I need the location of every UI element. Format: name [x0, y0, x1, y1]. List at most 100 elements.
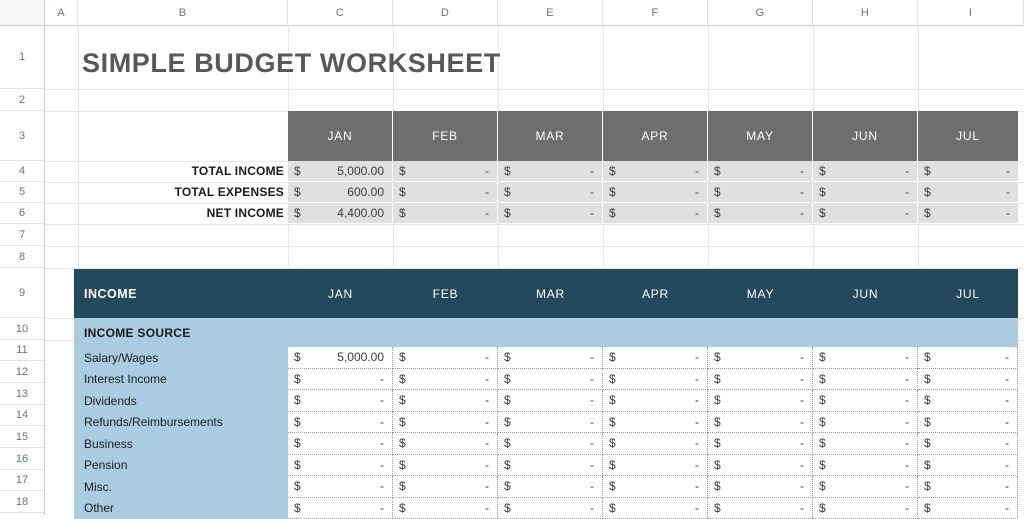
income-cell[interactable]: $- — [603, 369, 708, 391]
summary-cell[interactable]: $- — [918, 203, 1018, 224]
summary-cell[interactable]: $- — [393, 161, 498, 182]
income-cell[interactable]: $- — [603, 455, 708, 477]
column-header-c[interactable]: C — [288, 0, 393, 25]
income-cell[interactable]: $- — [708, 390, 813, 412]
summary-cell[interactable]: $- — [393, 203, 498, 224]
column-header-d[interactable]: D — [393, 0, 498, 25]
income-cell[interactable]: $- — [498, 390, 603, 412]
summary-cell[interactable]: $- — [813, 182, 918, 203]
income-cell[interactable]: $- — [918, 498, 1018, 519]
summary-cell[interactable]: $- — [918, 161, 1018, 182]
income-cell[interactable]: $- — [288, 433, 393, 455]
income-cell[interactable]: $- — [498, 412, 603, 434]
income-cell[interactable]: $- — [813, 347, 918, 369]
summary-cell[interactable]: $- — [813, 161, 918, 182]
income-cell[interactable]: $- — [813, 498, 918, 519]
income-cell[interactable]: $- — [708, 347, 813, 369]
income-cell[interactable]: $- — [288, 476, 393, 498]
summary-cell[interactable]: $4,400.00 — [288, 203, 393, 224]
income-cell[interactable]: $- — [393, 476, 498, 498]
income-cell[interactable]: $- — [288, 369, 393, 391]
column-header-e[interactable]: E — [498, 0, 603, 25]
income-cell[interactable]: $- — [288, 455, 393, 477]
summary-cell[interactable]: $- — [393, 182, 498, 203]
summary-cell[interactable]: $- — [498, 182, 603, 203]
income-cell[interactable]: $- — [918, 347, 1018, 369]
income-cell[interactable]: $- — [918, 476, 1018, 498]
income-cell[interactable]: $- — [393, 390, 498, 412]
income-cell[interactable]: $- — [498, 433, 603, 455]
income-cell[interactable]: $- — [813, 433, 918, 455]
income-cell[interactable]: $- — [603, 347, 708, 369]
row-header-8[interactable]: 8 — [0, 246, 44, 268]
income-cell[interactable]: $- — [918, 369, 1018, 391]
summary-cell[interactable]: $- — [708, 203, 813, 224]
income-cell[interactable]: $- — [603, 476, 708, 498]
income-cell[interactable]: $- — [708, 476, 813, 498]
income-cell[interactable]: $- — [393, 433, 498, 455]
summary-cell[interactable]: $- — [603, 203, 708, 224]
income-cell[interactable]: $- — [288, 498, 393, 519]
income-cell[interactable]: $- — [918, 412, 1018, 434]
income-cell[interactable]: $- — [393, 455, 498, 477]
row-header-6[interactable]: 6 — [0, 203, 44, 224]
summary-cell[interactable]: $- — [603, 182, 708, 203]
income-row-label[interactable]: Salary/Wages — [74, 347, 288, 369]
row-header-15[interactable]: 15 — [0, 426, 44, 448]
select-all-corner[interactable] — [0, 0, 45, 25]
row-header-18[interactable]: 18 — [0, 491, 44, 513]
income-cell[interactable]: $- — [813, 412, 918, 434]
summary-cell[interactable]: $600.00 — [288, 182, 393, 203]
row-header-7[interactable]: 7 — [0, 224, 44, 246]
summary-cell[interactable]: $5,000.00 — [288, 161, 393, 182]
column-header-b[interactable]: B — [78, 0, 288, 25]
summary-cell[interactable]: $- — [918, 182, 1018, 203]
income-cell[interactable]: $- — [603, 390, 708, 412]
column-header-g[interactable]: G — [708, 0, 813, 25]
summary-cell[interactable]: $- — [813, 203, 918, 224]
summary-cell[interactable]: $- — [603, 161, 708, 182]
income-cell[interactable]: $- — [813, 476, 918, 498]
income-cell[interactable]: $- — [498, 347, 603, 369]
summary-cell[interactable]: $- — [498, 161, 603, 182]
row-header-13[interactable]: 13 — [0, 383, 44, 405]
row-header-1[interactable]: 1 — [0, 26, 44, 89]
row-header-10[interactable]: 10 — [0, 318, 44, 340]
income-cell[interactable]: $5,000.00 — [288, 347, 393, 369]
income-cell[interactable]: $- — [498, 369, 603, 391]
income-cell[interactable]: $- — [708, 369, 813, 391]
income-cell[interactable]: $- — [603, 498, 708, 519]
income-cell[interactable]: $- — [288, 412, 393, 434]
row-header-16[interactable]: 16 — [0, 448, 44, 470]
row-header-4[interactable]: 4 — [0, 161, 44, 182]
income-row-label[interactable]: Other — [74, 498, 288, 519]
income-row-label[interactable]: Business — [74, 433, 288, 455]
row-header-9[interactable]: 9 — [0, 268, 44, 318]
income-row-label[interactable]: Misc. — [74, 476, 288, 498]
column-header-h[interactable]: H — [813, 0, 918, 25]
income-row-label[interactable]: Refunds/Reimbursements — [74, 412, 288, 434]
row-header-17[interactable]: 17 — [0, 470, 44, 491]
income-cell[interactable]: $- — [603, 433, 708, 455]
row-header-2[interactable]: 2 — [0, 89, 44, 111]
income-row-label[interactable]: Interest Income — [74, 369, 288, 391]
income-cell[interactable]: $- — [918, 390, 1018, 412]
income-cell[interactable]: $- — [288, 390, 393, 412]
column-header-f[interactable]: F — [603, 0, 708, 25]
income-cell[interactable]: $- — [393, 347, 498, 369]
income-cell[interactable]: $- — [498, 455, 603, 477]
row-header-12[interactable]: 12 — [0, 361, 44, 383]
income-cell[interactable]: $- — [918, 455, 1018, 477]
income-cell[interactable]: $- — [708, 412, 813, 434]
row-header-14[interactable]: 14 — [0, 405, 44, 426]
income-cell[interactable]: $- — [498, 498, 603, 519]
income-cell[interactable]: $- — [393, 412, 498, 434]
row-header-11[interactable]: 11 — [0, 340, 44, 361]
summary-cell[interactable]: $- — [498, 203, 603, 224]
summary-cell[interactable]: $- — [708, 161, 813, 182]
income-cell[interactable]: $- — [813, 369, 918, 391]
income-cell[interactable]: $- — [708, 455, 813, 477]
column-header-a[interactable]: A — [45, 0, 78, 25]
income-cell[interactable]: $- — [813, 390, 918, 412]
column-header-i[interactable]: I — [918, 0, 1024, 25]
